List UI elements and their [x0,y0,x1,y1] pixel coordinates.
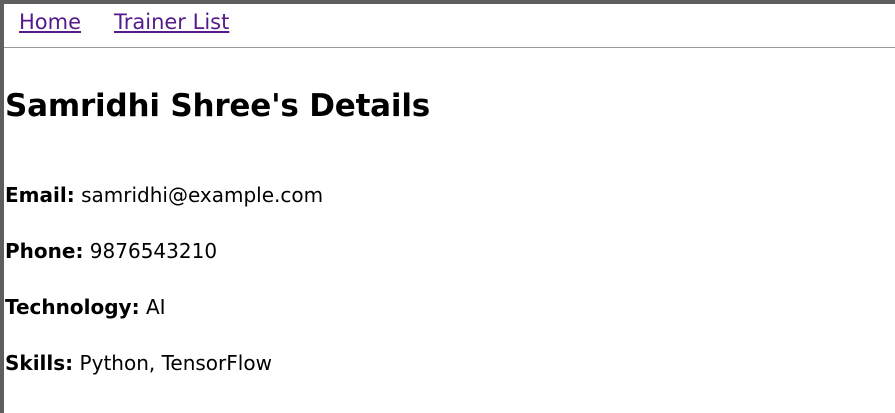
detail-skills-label: Skills: [5,351,74,375]
detail-skills-value: Python, TensorFlow [79,351,272,375]
detail-email: Email: samridhi@example.com [5,182,323,208]
nav-link-trainer-list[interactable]: Trainer List [114,9,229,35]
detail-phone: Phone: 9876543210 [5,238,217,264]
detail-skills: Skills: Python, TensorFlow [5,350,272,376]
detail-technology-label: Technology: [5,295,140,319]
trainer-details: Samridhi Shree's Details Email: samridhi… [5,86,885,375]
detail-email-label: Email: [5,183,75,207]
top-navigation: Home Trainer List [4,4,895,48]
detail-email-value: samridhi@example.com [81,183,324,207]
page-title: Samridhi Shree's Details [5,88,431,124]
detail-phone-label: Phone: [5,239,84,263]
window-frame-left [0,0,4,413]
nav-link-home[interactable]: Home [19,9,81,35]
detail-technology-value: AI [145,295,166,319]
detail-technology: Technology: AI [5,294,166,320]
detail-phone-value: 9876543210 [89,239,218,263]
